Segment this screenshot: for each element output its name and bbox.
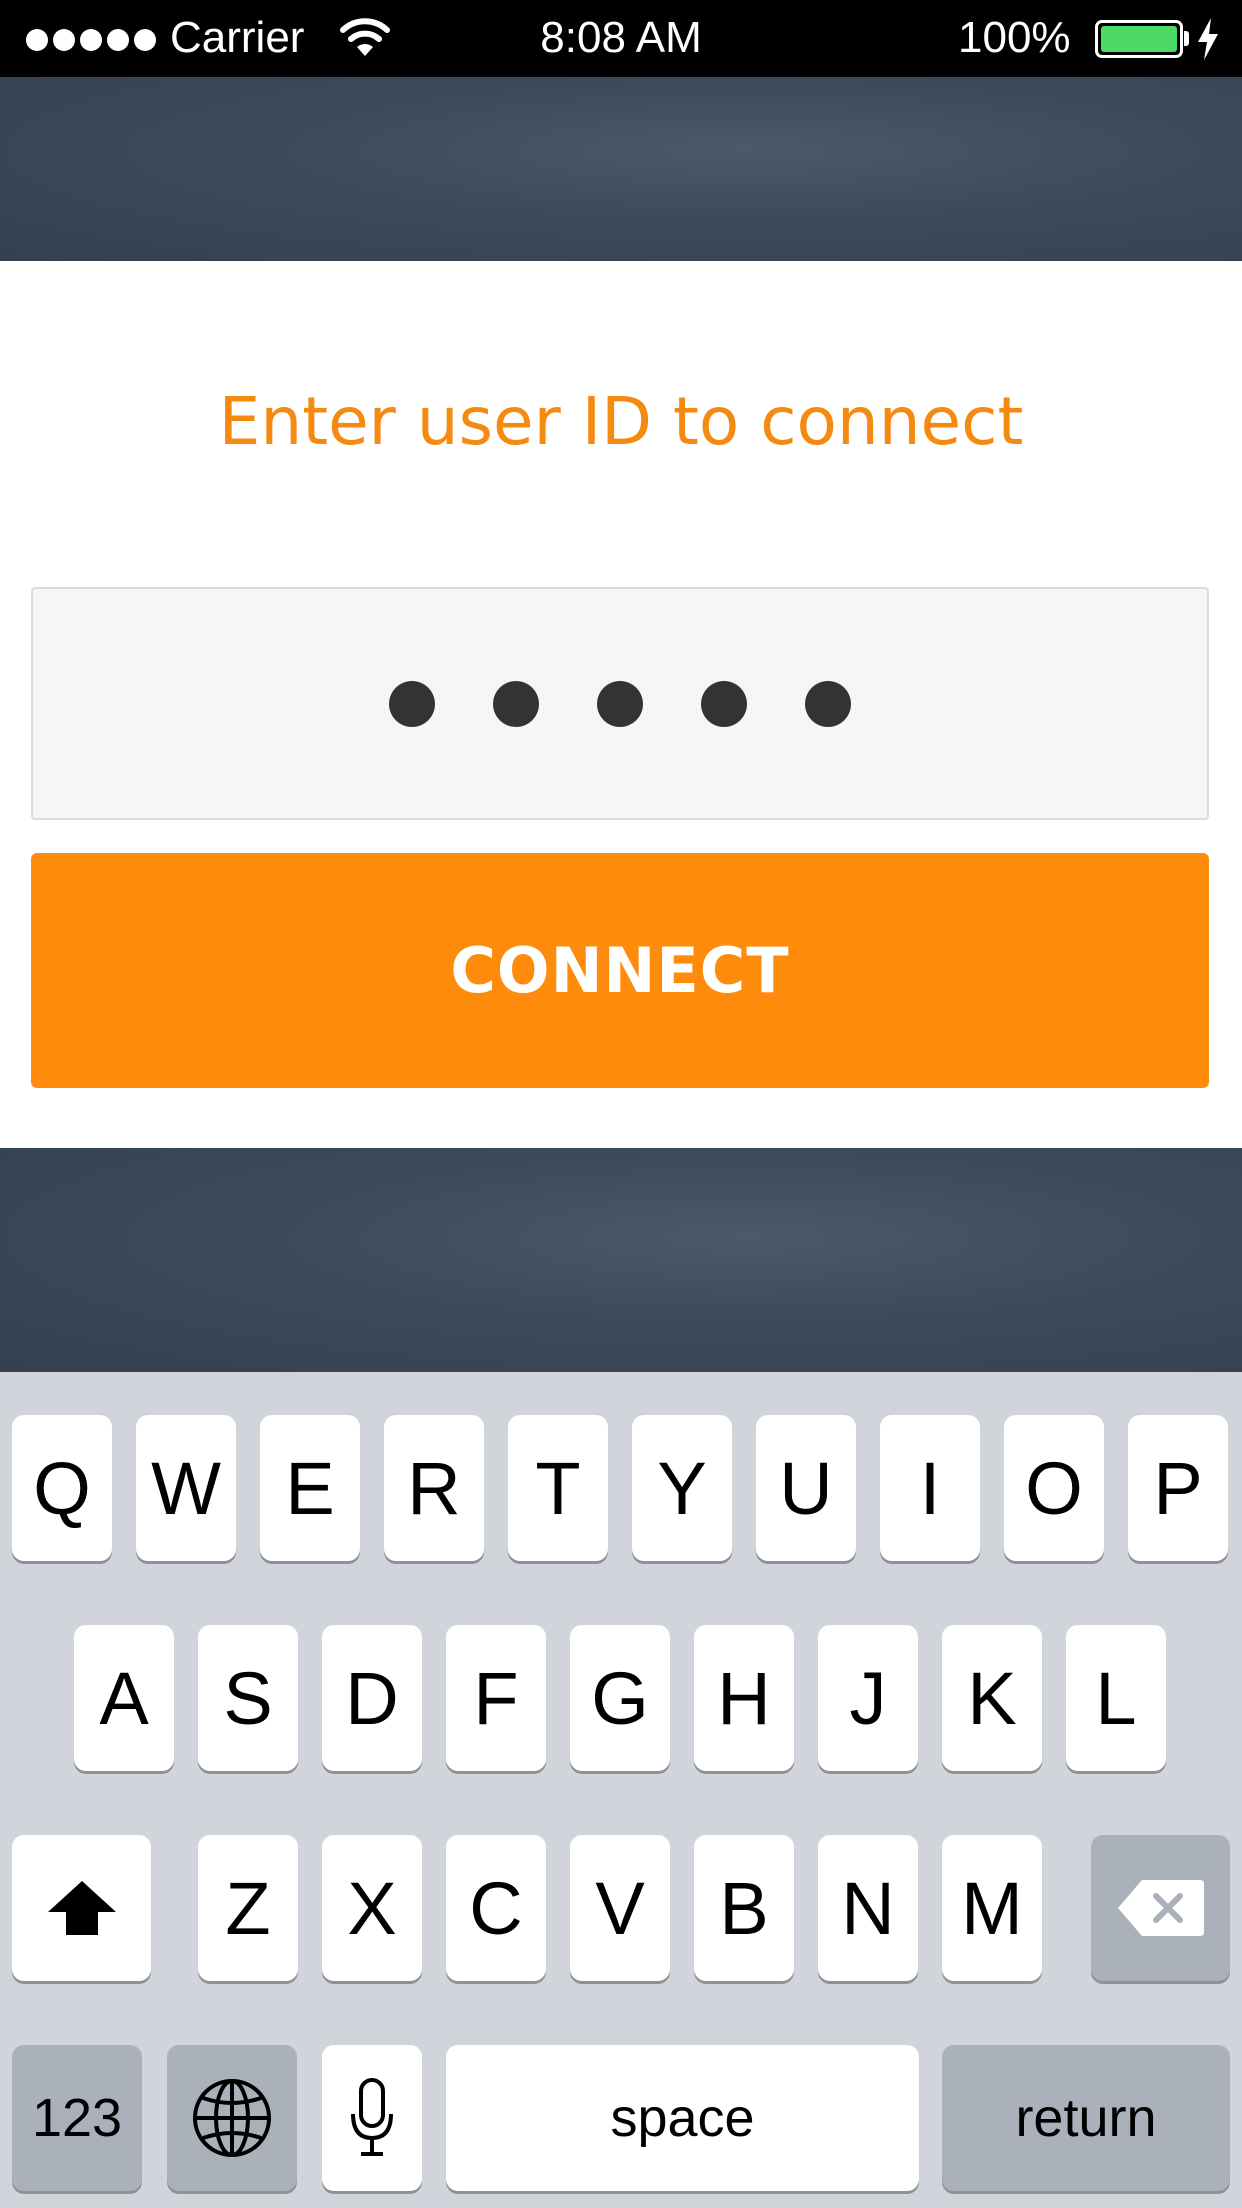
key-k[interactable]: K [942, 1625, 1042, 1771]
user-id-field[interactable] [31, 587, 1209, 820]
shift-key[interactable] [12, 1835, 151, 1981]
battery-percentage: 100% [958, 13, 1071, 62]
key-r[interactable]: R [384, 1415, 484, 1561]
backspace-icon [1117, 1880, 1204, 1936]
battery-nub [1184, 31, 1189, 46]
key-a[interactable]: A [74, 1625, 174, 1771]
key-f[interactable]: F [446, 1625, 546, 1771]
shift-icon [47, 1881, 116, 1935]
connect-button[interactable]: CONNECT [31, 853, 1209, 1088]
key-c[interactable]: C [446, 1835, 546, 1981]
key-n[interactable]: N [818, 1835, 918, 1981]
key-d[interactable]: D [322, 1625, 422, 1771]
key-b[interactable]: B [694, 1835, 794, 1981]
key-v[interactable]: V [570, 1835, 670, 1981]
numbers-key[interactable]: 123 [12, 2045, 142, 2191]
background-band-top [0, 77, 1242, 261]
charging-bolt-icon [1198, 18, 1218, 60]
keyboard: Q W E R T Y U I O P A S D F G H J K L Z … [0, 1372, 1242, 2208]
return-key[interactable]: return [942, 2045, 1230, 2191]
key-l[interactable]: L [1066, 1625, 1166, 1771]
dictation-key[interactable] [322, 2045, 422, 2191]
key-w[interactable]: W [136, 1415, 236, 1561]
backspace-key[interactable] [1091, 1835, 1230, 1981]
globe-icon [193, 2079, 271, 2157]
key-t[interactable]: T [508, 1415, 608, 1561]
globe-key[interactable] [167, 2045, 297, 2191]
connect-prompt: Enter user ID to connect [218, 383, 1024, 460]
key-h[interactable]: H [694, 1625, 794, 1771]
key-z[interactable]: Z [198, 1835, 298, 1981]
key-e[interactable]: E [260, 1415, 360, 1561]
status-bar: Carrier 8:08 AM 100% [0, 0, 1242, 77]
key-x[interactable]: X [322, 1835, 422, 1981]
background-band-bottom [0, 1148, 1242, 1372]
key-s[interactable]: S [198, 1625, 298, 1771]
key-u[interactable]: U [756, 1415, 856, 1561]
space-key[interactable]: space [446, 2045, 919, 2191]
key-p[interactable]: P [1128, 1415, 1228, 1561]
key-y[interactable]: Y [632, 1415, 732, 1561]
microphone-icon [351, 2078, 393, 2156]
key-j[interactable]: J [818, 1625, 918, 1771]
key-g[interactable]: G [570, 1625, 670, 1771]
key-q[interactable]: Q [12, 1415, 112, 1561]
masked-user-id [33, 589, 1207, 818]
key-m[interactable]: M [942, 1835, 1042, 1981]
key-i[interactable]: I [880, 1415, 980, 1561]
battery-icon [1095, 20, 1183, 58]
key-o[interactable]: O [1004, 1415, 1104, 1561]
